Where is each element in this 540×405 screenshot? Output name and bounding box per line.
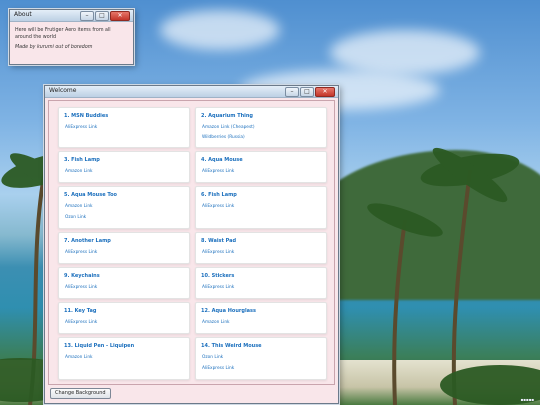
item-title: 2. Aquarium Thing [201,113,254,119]
welcome-titlebar[interactable]: Welcome – □ ✕ [45,86,338,98]
item-title: 3. Fish Lamp [64,157,100,163]
item-card: 13. Liquid Pen - Liquipen Amazon Link [58,337,190,380]
items-panel: 1. MSN Buddies AliExpress Link 2. Aquari… [48,100,335,385]
item-title: 7. Another Lamp [64,238,111,244]
item-title: 5. Aqua Mouse Too [64,192,117,198]
maximize-button[interactable]: □ [95,11,109,21]
item-card: 3. Fish Lamp Amazon Link [58,151,190,183]
item-link[interactable]: Ozon Link [65,215,86,220]
wallpaper-caption: ▪▪▪▪▪ [520,397,534,402]
item-link[interactable]: AliExpress Link [65,250,97,255]
item-card: 4. Aqua Mouse AliExpress Link [195,151,327,183]
about-titlebar[interactable]: About – □ ✕ [10,10,133,22]
item-card: 9. Keychains AliExpress Link [58,267,190,299]
item-title: 6. Fish Lamp [201,192,237,198]
item-link[interactable]: Amazon Link [65,169,93,174]
item-card: 14. This Weird Mouse Ozon Link AliExpres… [195,337,327,380]
item-link[interactable]: Amazon Link [65,355,93,360]
item-card: 2. Aquarium Thing Amazon Link (Cheapest)… [195,107,327,148]
item-link[interactable]: Ozon Link [202,355,223,360]
item-card: 10. Stickers AliExpress Link [195,267,327,299]
item-title: 11. Key Tag [64,308,97,314]
item-title: 14. This Weird Mouse [201,343,262,349]
minimize-button[interactable]: – [80,11,94,21]
item-link[interactable]: AliExpress Link [65,285,97,290]
welcome-window-title: Welcome [49,87,77,94]
item-card: 5. Aqua Mouse Too Amazon Link Ozon Link [58,186,190,229]
item-card: 11. Key Tag AliExpress Link [58,302,190,334]
item-card: 1. MSN Buddies AliExpress Link [58,107,190,148]
item-link[interactable]: Amazon Link [65,204,93,209]
item-card: 12. Aqua Hourglass Amazon Link [195,302,327,334]
item-link[interactable]: AliExpress Link [202,169,234,174]
item-link[interactable]: AliExpress Link [202,285,234,290]
item-card: 6. Fish Lamp AliExpress Link [195,186,327,229]
item-card: 8. Waist Pad AliExpress Link [195,232,327,264]
item-link[interactable]: AliExpress Link [202,250,234,255]
minimize-button[interactable]: – [285,87,299,97]
item-link[interactable]: Amazon Link (Cheapest) [202,125,255,130]
welcome-window[interactable]: Welcome – □ ✕ 1. MSN Buddies AliExpress … [44,85,339,404]
about-window[interactable]: About – □ ✕ Here will be Frutiger Aero i… [9,9,134,65]
item-title: 1. MSN Buddies [64,113,109,119]
change-background-button[interactable]: Change Background [50,388,111,399]
about-description: Here will be Frutiger Aero items from al… [15,28,111,40]
maximize-button[interactable]: □ [300,87,314,97]
about-window-title: About [14,11,32,18]
item-link[interactable]: Wildberries (Russia) [202,135,245,140]
close-button[interactable]: ✕ [315,87,335,97]
about-credit: Made by kurumi out of boredom [15,45,93,51]
close-button[interactable]: ✕ [110,11,130,21]
item-link[interactable]: AliExpress Link [65,125,97,130]
item-link[interactable]: Amazon Link [202,320,230,325]
item-title: 4. Aqua Mouse [201,157,243,163]
item-link[interactable]: AliExpress Link [202,204,234,209]
item-title: 8. Waist Pad [201,238,237,244]
item-title: 10. Stickers [201,273,235,279]
item-title: 13. Liquid Pen - Liquipen [64,343,135,349]
item-link[interactable]: AliExpress Link [65,320,97,325]
item-link[interactable]: AliExpress Link [202,366,234,371]
item-card: 7. Another Lamp AliExpress Link [58,232,190,264]
item-title: 12. Aqua Hourglass [201,308,256,314]
item-title: 9. Keychains [64,273,100,279]
